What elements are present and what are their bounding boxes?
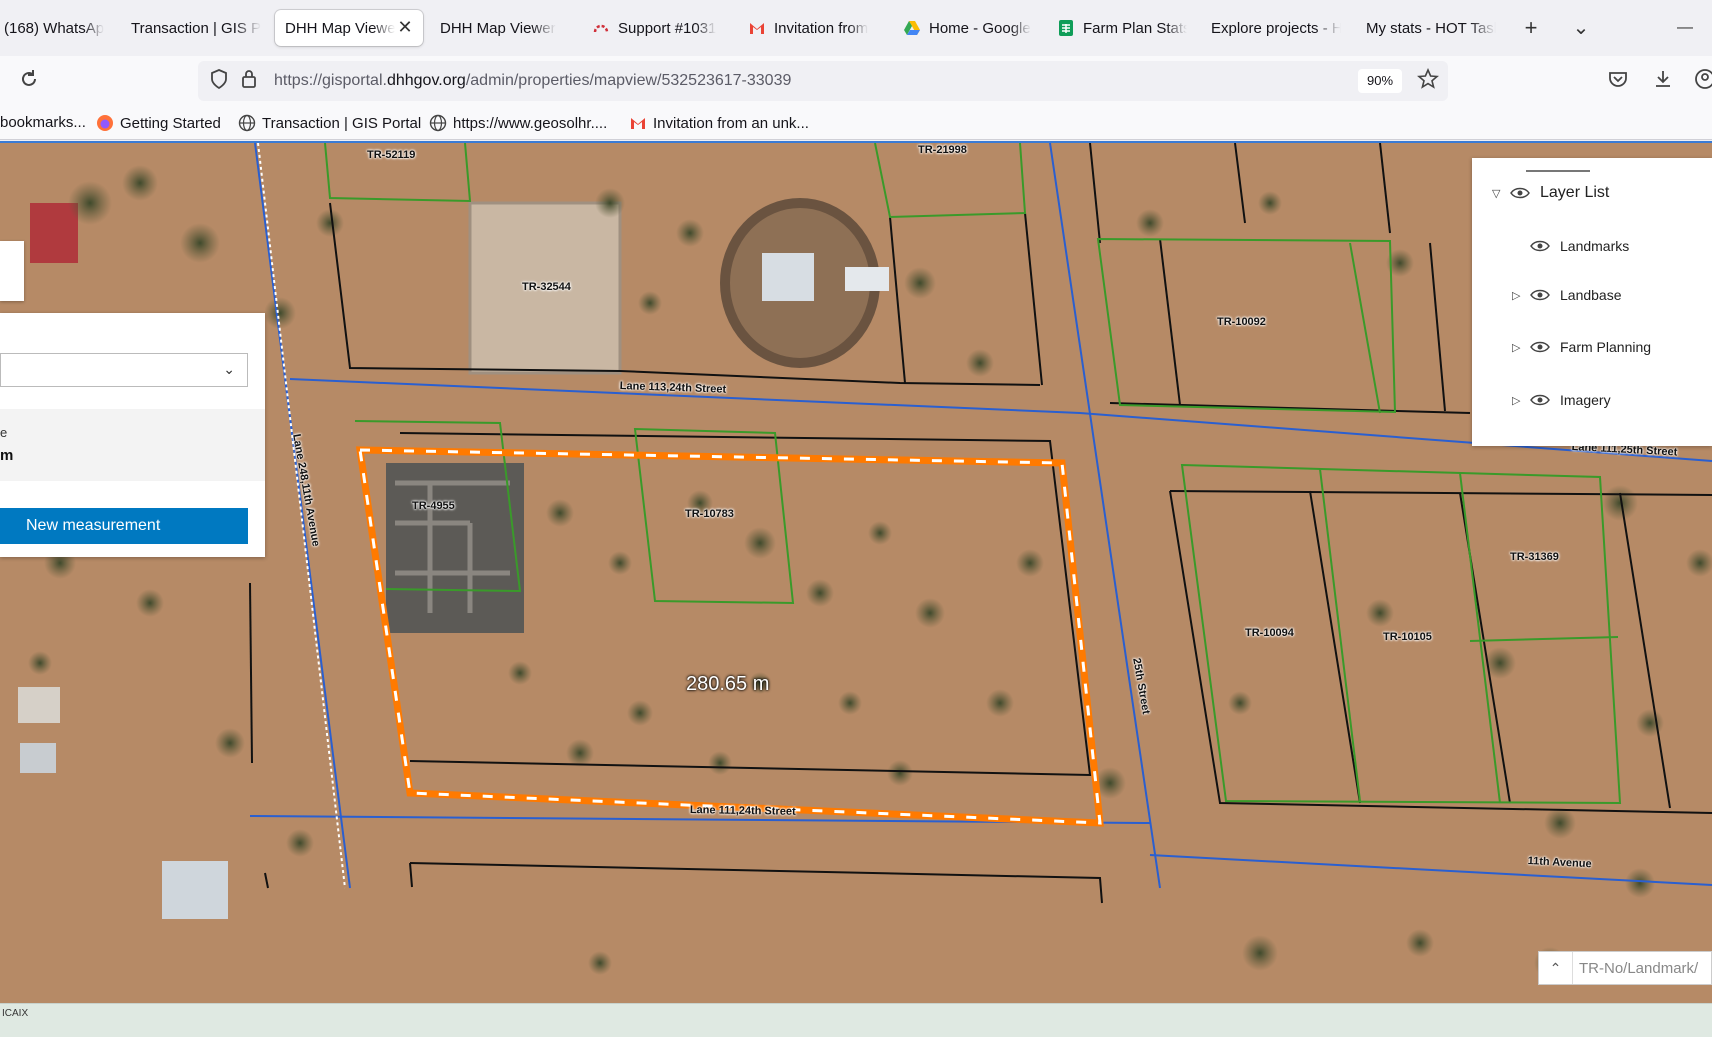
close-tab-icon[interactable]: ✕ (395, 17, 415, 37)
account-icon[interactable] (1692, 68, 1712, 94)
parcel-label[interactable]: TR-10105 (1383, 631, 1432, 643)
reload-icon[interactable] (16, 68, 42, 94)
tab-invitation[interactable]: Invitation from (748, 10, 878, 46)
caret-right-icon[interactable]: ▷ (1512, 341, 1526, 354)
lock-icon[interactable] (236, 68, 262, 94)
navigation-bar: https://gisportal.dhhgov.org/admin/prope… (0, 56, 1712, 106)
tab-label: DHH Map Viewer (440, 19, 556, 37)
layer-label: Farm Planning (1560, 339, 1652, 355)
layer-list-title: Layer List (1540, 184, 1610, 201)
measurement-result: e m (0, 409, 265, 481)
measurement-result-label: e (0, 425, 8, 440)
layer-label: Imagery (1560, 392, 1611, 408)
search-input[interactable] (1579, 958, 1709, 978)
caret-right-icon[interactable]: ▷ (1512, 289, 1526, 302)
parcel-label[interactable]: TR-31369 (1510, 551, 1559, 563)
sheets-icon (1057, 19, 1075, 37)
tab-transaction[interactable]: Transaction | GIS Po (131, 10, 261, 46)
parcel-label[interactable]: TR-10783 (685, 508, 734, 520)
star-icon[interactable] (1415, 67, 1441, 94)
map-canvas (0, 143, 1712, 1003)
bookmark-other[interactable]: bookmarks... (0, 114, 86, 131)
map-view[interactable]: TR-52119 TR-21998 TR-32544 TR-10092 TR-4… (0, 141, 1712, 1003)
tab-label: Home - Google (929, 19, 1031, 37)
tab-explore-projects[interactable]: Explore projects - H (1211, 10, 1341, 46)
tab-support[interactable]: Support #1031 (592, 10, 722, 46)
widget-toggle-tab[interactable] (0, 241, 24, 301)
layer-farm-planning[interactable]: ▷ Farm Planning (1512, 339, 1651, 355)
eye-icon[interactable] (1530, 288, 1550, 302)
layer-list-header[interactable]: ▽ Layer List (1492, 184, 1609, 202)
parcel-label[interactable]: TR-21998 (918, 144, 967, 156)
globe-icon (429, 114, 447, 132)
tab-label: Explore projects - H (1211, 19, 1341, 37)
tab-dhh-map-viewer-active[interactable]: DHH Map Viewer ✕ (275, 10, 423, 46)
layer-list-panel: ▽ Layer List Landmarks ▷ Landbase ▷ Farm… (1472, 158, 1712, 446)
tab-strip: (168) WhatsApp Transaction | GIS Po DHH … (0, 0, 1712, 56)
layer-label: Landmarks (1560, 238, 1630, 254)
parcel-search: ⌃ (1538, 951, 1712, 985)
url-bar[interactable]: https://gisportal.dhhgov.org/admin/prope… (198, 61, 1448, 101)
tab-label: DHH Map Viewer (285, 19, 395, 37)
taskbar-text: ICAIX (2, 1008, 29, 1019)
eye-icon[interactable] (1530, 239, 1550, 253)
bookmark-transaction[interactable]: Transaction | GIS Portal (238, 114, 421, 132)
tab-list-button[interactable]: ⌄ (1566, 13, 1596, 43)
tab-my-stats[interactable]: My stats - HOT Task (1366, 10, 1496, 46)
support-icon (592, 19, 610, 37)
zoom-level[interactable]: 90% (1358, 69, 1402, 93)
firefox-icon (96, 114, 114, 132)
globe-icon (238, 114, 256, 132)
parcel-label[interactable]: TR-4955 (412, 500, 455, 512)
layer-landmarks[interactable]: Landmarks (1530, 238, 1629, 254)
tab-dhh-map-viewer[interactable]: DHH Map Viewer (440, 10, 570, 46)
chevron-up-icon[interactable]: ⌃ (1539, 952, 1573, 984)
parcel-label[interactable]: TR-10094 (1245, 627, 1294, 639)
tab-whatsapp[interactable]: (168) WhatsApp (4, 10, 104, 46)
layer-landbase[interactable]: ▷ Landbase (1512, 287, 1622, 303)
caret-right-icon[interactable]: ▷ (1512, 394, 1526, 407)
tab-google-drive[interactable]: Home - Google (903, 10, 1033, 46)
download-icon[interactable] (1650, 68, 1676, 94)
tab-label: Transaction | GIS Po (131, 19, 261, 37)
taskbar: ICAIX (0, 1003, 1712, 1037)
minimize-button[interactable]: — (1670, 13, 1700, 43)
eye-icon[interactable] (1510, 186, 1530, 200)
parcel-label[interactable]: TR-32544 (522, 281, 571, 293)
caret-down-icon[interactable]: ▽ (1492, 187, 1506, 200)
bookmark-geosol[interactable]: https://www.geosolhr.... (429, 114, 607, 132)
layer-imagery[interactable]: ▷ Imagery (1512, 392, 1611, 408)
eye-icon[interactable] (1530, 340, 1550, 354)
panel-handle[interactable] (1526, 170, 1590, 172)
tab-label: My stats - HOT Task (1366, 19, 1496, 37)
measurement-panel: ⌄ e m New measurement (0, 313, 265, 557)
bookmarks-bar: bookmarks... Getting Started Transaction… (0, 106, 1712, 140)
shield-icon[interactable] (206, 68, 232, 94)
parcel-label[interactable]: TR-52119 (367, 149, 415, 161)
measurement-label: 280.65 m (686, 673, 770, 695)
layer-label: Landbase (1560, 287, 1622, 303)
new-measurement-button[interactable]: New measurement (0, 508, 248, 544)
street-label: Lane 111,24th Street (689, 804, 796, 818)
new-tab-button[interactable]: + (1516, 13, 1546, 43)
url-text[interactable]: https://gisportal.dhhgov.org/admin/prope… (274, 72, 791, 90)
measurement-unit-select[interactable]: ⌄ (0, 353, 248, 387)
eye-icon[interactable] (1530, 393, 1550, 407)
gmail-icon (748, 19, 766, 37)
parcel-label[interactable]: TR-10092 (1217, 316, 1266, 328)
tab-label: Invitation from (774, 19, 869, 37)
tab-label: (168) WhatsApp (4, 19, 104, 37)
bookmark-getting-started[interactable]: Getting Started (96, 114, 221, 132)
tab-farm-plan-stats[interactable]: Farm Plan Stats (1057, 10, 1187, 46)
bookmark-invitation[interactable]: Invitation from an unk... (629, 114, 809, 132)
tab-label: Farm Plan Stats (1083, 19, 1187, 37)
pocket-icon[interactable] (1605, 68, 1631, 94)
chevron-down-icon: ⌄ (223, 361, 235, 377)
tab-label: Support #1031 (618, 19, 717, 37)
measurement-result-value: m (0, 447, 14, 464)
google-drive-icon (903, 19, 921, 37)
gmail-icon (629, 114, 647, 132)
